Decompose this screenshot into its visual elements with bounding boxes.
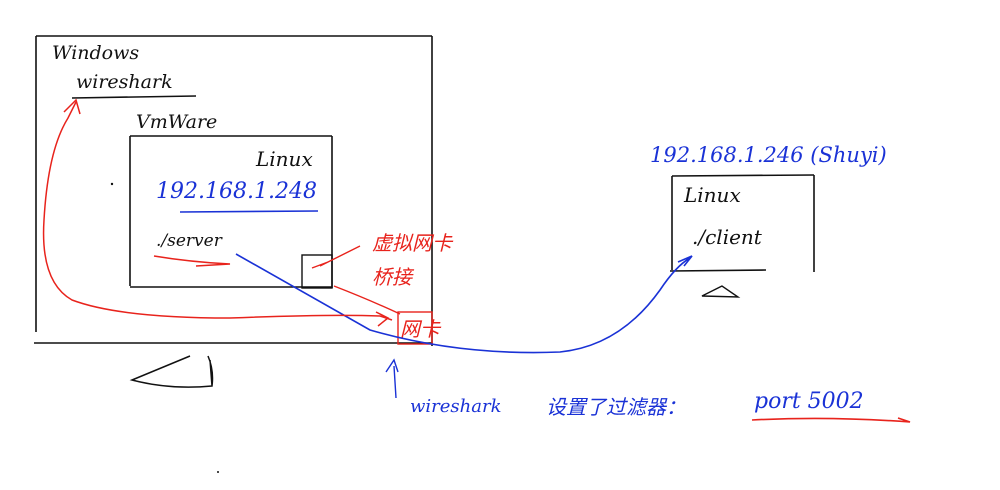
- windows-label: Windows: [52, 42, 139, 64]
- linux-vm-ip-underline: [179, 210, 319, 213]
- note-pointer-arrow: [385, 358, 399, 399]
- host-monitor-stand: [129, 355, 214, 388]
- note-prefix: wireshark: [410, 396, 502, 417]
- client-program-label: ./client: [692, 225, 763, 249]
- dot-mark: [110, 182, 114, 186]
- remote-monitor-stand: [701, 285, 741, 298]
- filter-underline: [751, 417, 911, 423]
- gateway-label: 网卡: [400, 317, 442, 341]
- server-to-client-connection: [235, 253, 693, 354]
- note-middle: 设置了过滤器：: [546, 395, 686, 419]
- remote-linux-label: Linux: [683, 183, 741, 207]
- virtual-nic-label: 虚拟网卡: [372, 231, 454, 255]
- remote-ip-header: 192.168.1.246 (Shuyi): [650, 143, 887, 167]
- virtual-nic-box: [301, 254, 333, 289]
- bridge-mode-label: 桥接: [372, 265, 415, 289]
- wireshark-label: wireshark: [76, 71, 173, 93]
- virtual-nic-arrow: [311, 245, 361, 269]
- wireshark-underline: [71, 95, 197, 99]
- dot-mark-bottom: [217, 471, 219, 473]
- vmware-label: VmWare: [136, 111, 217, 133]
- server-program-label: ./server: [156, 231, 223, 251]
- capture-path-arrow: [42, 98, 393, 327]
- server-underline: [153, 255, 231, 267]
- linux-vm-ip: 192.168.1.248: [156, 179, 317, 204]
- linux-vm-label: Linux: [255, 147, 313, 171]
- network-diagram: Windows wireshark VmWare Linux 192.168.1…: [34, 35, 911, 473]
- note-filter: port 5002: [754, 389, 864, 414]
- vm-to-gateway-line: [333, 285, 401, 315]
